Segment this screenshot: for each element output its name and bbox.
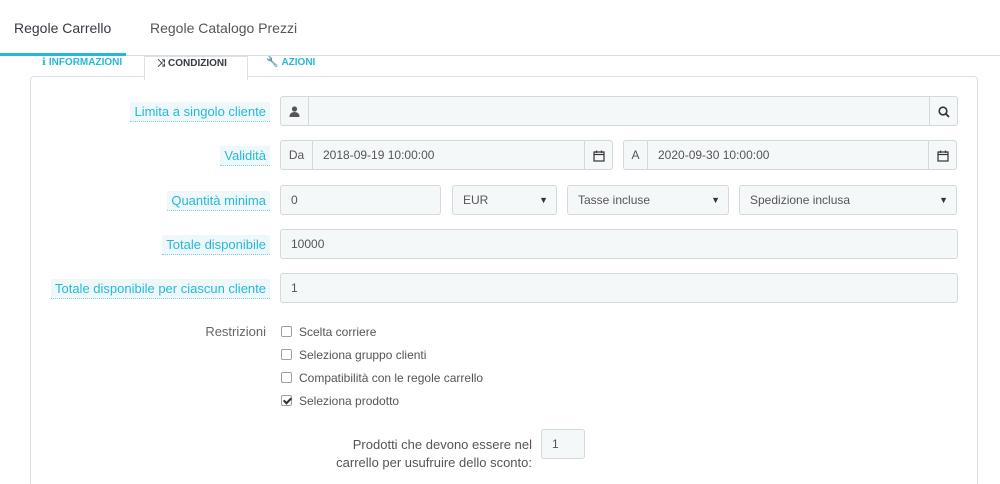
total-available-input[interactable]: 10000 xyxy=(291,230,324,258)
total-available-field[interactable]: 10000 xyxy=(280,229,958,259)
user-icon xyxy=(281,97,309,125)
checkbox[interactable] xyxy=(281,326,292,337)
date-to-field[interactable]: A 2020-09-30 10:00:00 xyxy=(623,140,957,170)
customer-search-field[interactable] xyxy=(280,96,958,126)
date-from-input[interactable]: 2018-09-19 10:00:00 xyxy=(323,141,434,169)
per-customer-input[interactable]: 1 xyxy=(291,274,298,302)
shipping-value: Spedizione inclusa xyxy=(750,193,851,207)
tab-conditions[interactable]: ⤨ Condizioni xyxy=(144,56,248,80)
min-amount-field[interactable]: 0 xyxy=(280,185,441,215)
date-from-prefix: Da xyxy=(281,141,313,169)
search-icon[interactable] xyxy=(929,97,957,125)
min-amount-label: Quantità minima xyxy=(167,191,270,211)
chevron-down-icon: ▼ xyxy=(539,195,548,205)
per-customer-label: Totale disponibile per ciascun cliente xyxy=(50,279,270,299)
restriction-cart-rule-compat[interactable]: Compatibilità con le regole carrello xyxy=(281,370,483,386)
checkbox[interactable] xyxy=(281,349,292,360)
shipping-select[interactable]: Spedizione inclusa ▼ xyxy=(739,185,957,215)
currency-value: EUR xyxy=(463,193,489,207)
restriction-carrier[interactable]: Scelta corriere xyxy=(281,324,376,340)
shuffle-icon: ⤨ xyxy=(157,58,165,69)
currency-select[interactable]: EUR ▼ xyxy=(452,185,557,215)
tab-conditions-label: Condizioni xyxy=(168,58,227,69)
date-from-field[interactable]: Da 2018-09-19 10:00:00 xyxy=(280,140,613,170)
calendar-icon[interactable] xyxy=(928,141,956,169)
products-required-input[interactable]: 1 xyxy=(552,430,559,458)
chevron-down-icon: ▼ xyxy=(939,195,948,205)
min-amount-input[interactable]: 0 xyxy=(291,186,298,214)
tax-select[interactable]: Tasse incluse ▼ xyxy=(567,185,729,215)
products-required-field[interactable]: 1 xyxy=(541,429,585,459)
tax-value: Tasse incluse xyxy=(578,193,651,207)
validity-label: Validità xyxy=(220,146,270,166)
sub-tab-bar: ℹ Informazioni ⤨ Condizioni 🔧 Azioni xyxy=(30,44,978,80)
restriction-customer-group-label: Seleziona gruppo clienti xyxy=(299,348,427,362)
chevron-down-icon: ▼ xyxy=(711,195,720,205)
restriction-product-label: Seleziona prodotto xyxy=(299,394,400,408)
restriction-customer-group[interactable]: Seleziona gruppo clienti xyxy=(281,347,426,363)
tab-information-label: Informazioni xyxy=(48,57,123,68)
checkbox-checked[interactable] xyxy=(281,395,292,406)
per-customer-field[interactable]: 1 xyxy=(280,273,958,303)
restriction-carrier-label: Scelta corriere xyxy=(299,325,377,339)
info-icon: ℹ xyxy=(42,57,46,68)
tab-actions-label: Azioni xyxy=(281,57,316,68)
customer-label: Limita a singolo cliente xyxy=(130,102,270,122)
products-required-label: Prodotti che devono essere nel carrello … xyxy=(336,437,532,470)
total-available-label: Totale disponibile xyxy=(162,235,270,255)
date-to-input[interactable]: 2020-09-30 10:00:00 xyxy=(658,141,769,169)
wrench-icon: 🔧 xyxy=(266,57,279,68)
restriction-product[interactable]: Seleziona prodotto xyxy=(281,393,399,409)
restrictions-label: Restrizioni xyxy=(205,324,266,339)
calendar-icon[interactable] xyxy=(584,141,612,169)
restriction-cart-rule-compat-label: Compatibilità con le regole carrello xyxy=(299,371,484,385)
date-to-prefix: A xyxy=(624,141,648,169)
checkbox[interactable] xyxy=(281,372,292,383)
